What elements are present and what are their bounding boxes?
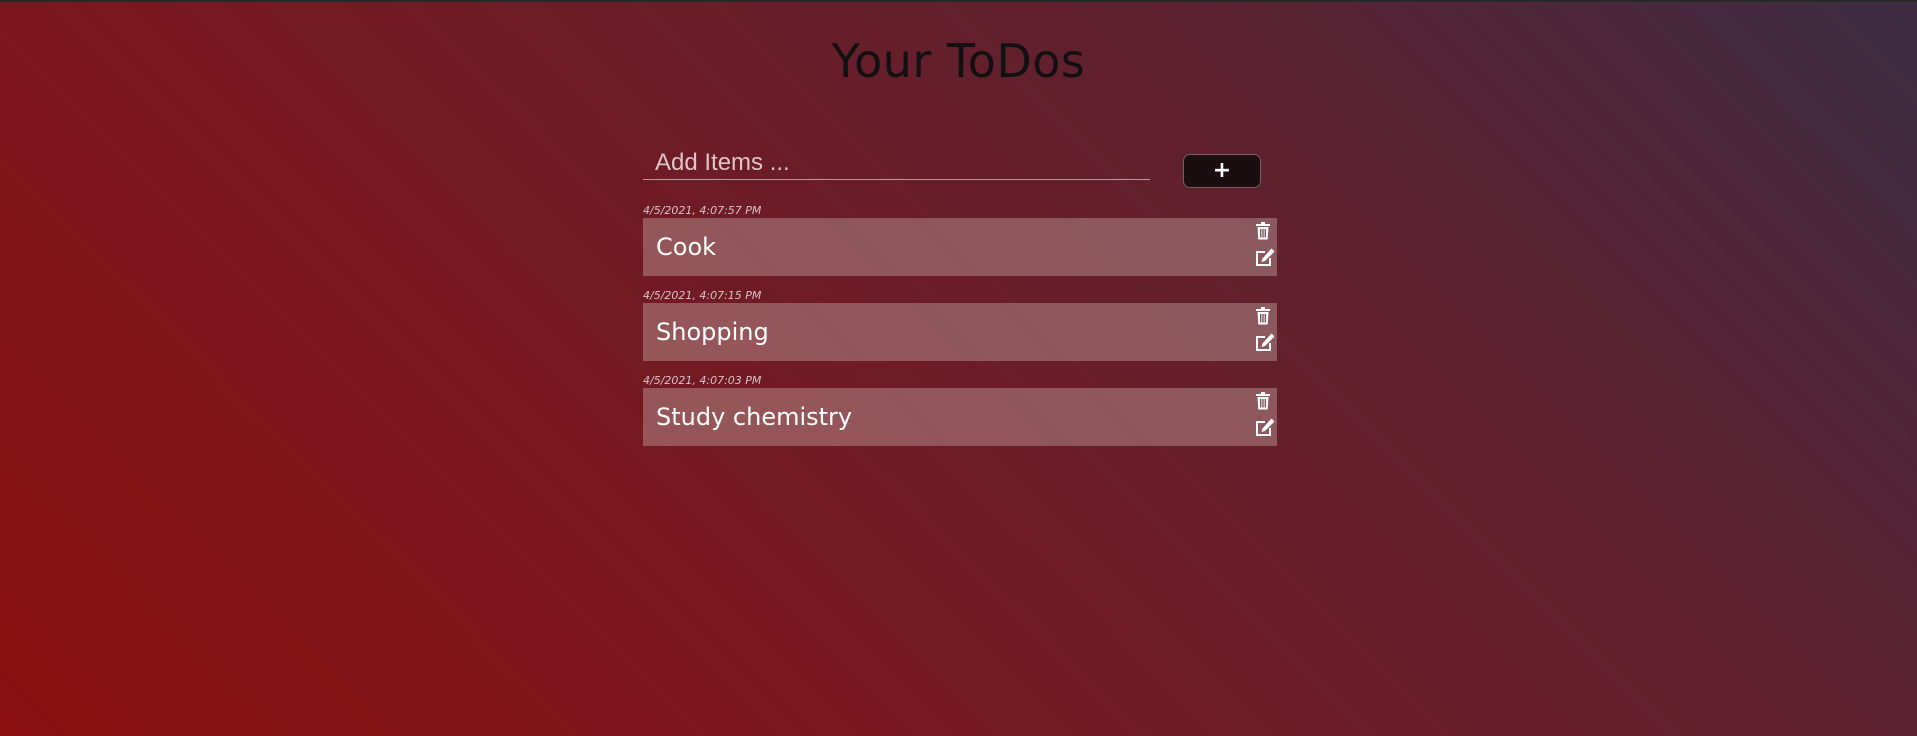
trash-icon[interactable] <box>1255 392 1277 414</box>
todo-timestamp: 4/5/2021, 4:07:03 PM <box>643 374 762 387</box>
todo-timestamp: 4/5/2021, 4:07:57 PM <box>643 204 762 217</box>
add-item-button[interactable]: + <box>1183 154 1261 188</box>
todo-item: 4/5/2021, 4:07:57 PM Cook <box>643 204 1277 289</box>
todo-item: 4/5/2021, 4:07:03 PM Study chemistry <box>643 374 1277 459</box>
todo-card: Shopping <box>643 303 1277 361</box>
todo-text: Cook <box>656 233 717 261</box>
trash-icon[interactable] <box>1255 222 1277 244</box>
todo-card: Cook <box>643 218 1277 276</box>
todo-list: 4/5/2021, 4:07:57 PM Cook 4/5/2021, 4:07… <box>643 204 1277 459</box>
trash-icon[interactable] <box>1255 307 1277 329</box>
todo-text: Study chemistry <box>656 403 853 431</box>
todo-item: 4/5/2021, 4:07:15 PM Shopping <box>643 289 1277 374</box>
add-item-input[interactable] <box>643 146 1150 180</box>
edit-icon[interactable] <box>1255 333 1277 355</box>
edit-icon[interactable] <box>1255 248 1277 270</box>
todo-timestamp: 4/5/2021, 4:07:15 PM <box>643 289 762 302</box>
add-item-form: + <box>643 146 1263 190</box>
todo-card: Study chemistry <box>643 388 1277 446</box>
todo-text: Shopping <box>656 318 769 346</box>
edit-icon[interactable] <box>1255 418 1277 440</box>
page-title: Your ToDos <box>831 34 1086 88</box>
